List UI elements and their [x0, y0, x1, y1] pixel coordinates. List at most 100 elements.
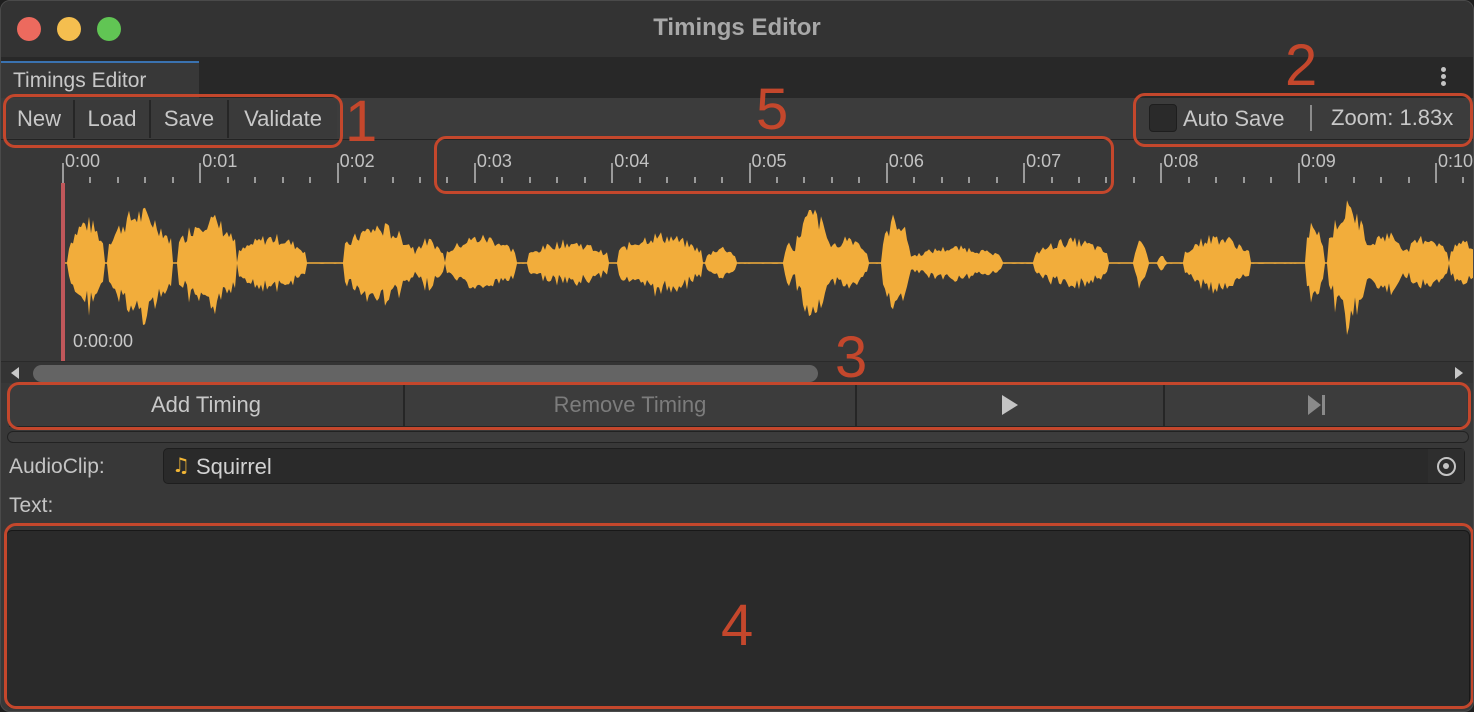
text-label: Text: [9, 494, 54, 517]
timing-progress-bar [7, 431, 1469, 443]
tab-timings-editor[interactable]: Timings Editor [1, 61, 199, 98]
ruler-minor-tick [309, 177, 312, 183]
ruler-minor-tick [638, 177, 641, 183]
ruler-tick-label: 0:05 [751, 151, 787, 171]
ruler-major-tick [748, 163, 751, 183]
time-ruler[interactable]: 0:00 0:01 0:02 0:03 0:04 0:05 0:06 0:07 0:08 0:09… [1, 141, 1473, 185]
ruler-minor-tick [1132, 177, 1135, 183]
ruler-major-tick [62, 163, 64, 183]
ruler-minor-tick [913, 177, 916, 183]
ruler-minor-tick [858, 177, 861, 183]
ruler-minor-tick [775, 177, 778, 183]
ruler-minor-tick [501, 177, 504, 183]
ruler-minor-tick [528, 177, 531, 183]
ruler-major-tick [1435, 163, 1437, 183]
add-timing-button[interactable]: Add Timing [9, 384, 405, 426]
ruler-major-tick [885, 163, 888, 183]
ruler-minor-tick [391, 177, 394, 183]
validate-button[interactable]: Validate [229, 100, 337, 138]
ruler-tick-label: 0:06 [888, 151, 924, 171]
ruler-minor-tick [1407, 177, 1410, 183]
target-picker-icon [1436, 456, 1456, 476]
more-options-icon[interactable] [1439, 67, 1447, 89]
ruler-minor-tick [1380, 177, 1383, 183]
ruler-minor-tick [721, 177, 724, 183]
ruler-minor-tick [254, 177, 257, 183]
ruler-minor-tick [1078, 177, 1081, 183]
ruler-minor-tick [1325, 177, 1328, 183]
ruler-tick-label: 0:09 [1300, 151, 1336, 171]
skip-to-end-button[interactable] [1165, 384, 1467, 426]
ruler-minor-tick [1105, 177, 1108, 183]
load-button[interactable]: Load [75, 100, 151, 138]
tab-label: Timings Editor [13, 69, 147, 92]
object-picker-button[interactable] [1428, 449, 1464, 483]
text-input[interactable] [6, 530, 1470, 708]
ruler-minor-tick [830, 177, 833, 183]
ruler-tick-label: 0:08 [1163, 151, 1199, 171]
ruler-minor-tick [556, 177, 559, 183]
ruler-tick-label: 0:01 [202, 151, 238, 171]
ruler-minor-tick [171, 177, 174, 183]
ruler-major-tick [611, 163, 614, 183]
ruler-minor-tick [1242, 177, 1245, 183]
scroll-thumb[interactable] [33, 365, 818, 382]
ruler-minor-tick [281, 177, 284, 183]
save-button[interactable]: Save [151, 100, 229, 138]
ruler-minor-tick [1187, 177, 1190, 183]
ruler-major-tick [1023, 163, 1026, 183]
ruler-tick-label: 0:04 [614, 151, 650, 171]
ruler-major-tick [1160, 163, 1163, 183]
ruler-tick-label: 0:07 [1026, 151, 1062, 171]
auto-save-checkbox[interactable] [1149, 104, 1177, 132]
ruler-minor-tick [666, 177, 669, 183]
scroll-left-arrow-icon[interactable] [11, 367, 19, 379]
ruler-tick-label: 0:03 [476, 151, 512, 171]
timing-actions-bar: Add Timing Remove Timing [9, 384, 1467, 427]
ruler-minor-tick [968, 177, 971, 183]
ruler-major-tick [473, 163, 476, 183]
ruler-minor-tick [693, 177, 696, 183]
ruler-minor-tick [995, 177, 998, 183]
horizontal-scrollbar[interactable] [1, 361, 1473, 383]
ruler-minor-tick [1462, 177, 1465, 183]
ruler-major-tick [1297, 163, 1300, 183]
ruler-tick-label: 0:10 [1438, 151, 1474, 171]
toolbar: New Load Save Validate Auto Save Zoom: 1… [1, 98, 1473, 140]
ruler-tick-label: 0:00 [65, 151, 101, 171]
ruler-minor-tick [116, 177, 119, 183]
zoom-level-label: Zoom: 1.83x [1331, 105, 1454, 130]
ruler-minor-tick [940, 177, 943, 183]
ruler-minor-tick [583, 177, 586, 183]
play-button[interactable] [857, 384, 1165, 426]
ruler-minor-tick [1352, 177, 1355, 183]
play-icon [1002, 395, 1018, 415]
ruler-tick-label: 0:02 [339, 151, 375, 171]
audioclip-field[interactable]: ♫ Squirrel [163, 448, 1465, 484]
skip-to-end-icon [1307, 395, 1325, 415]
ruler-minor-tick [1050, 177, 1053, 183]
ruler-minor-tick [418, 177, 421, 183]
audioclip-label: AudioClip: [9, 455, 105, 478]
ruler-minor-tick [446, 177, 449, 183]
playhead[interactable] [61, 183, 65, 361]
ruler-minor-tick [364, 177, 367, 183]
toolbar-separator [1310, 105, 1312, 131]
playhead-time-readout: 0:00:00 [73, 331, 134, 351]
timeline-panel[interactable]: 0:00 0:01 0:02 0:03 0:04 0:05 0:06 0:07 0:08 0:09… [1, 141, 1473, 361]
window-title: Timings Editor [653, 14, 821, 41]
title-bar: Timings Editor [1, 1, 1473, 57]
audio-waveform[interactable] [1, 191, 1474, 336]
waveform-shape [65, 200, 1473, 335]
remove-timing-button[interactable]: Remove Timing [405, 384, 857, 426]
tab-strip: Timings Editor [1, 57, 1473, 98]
music-note-icon: ♫ [172, 453, 190, 477]
ruler-minor-tick [226, 177, 229, 183]
scroll-right-arrow-icon[interactable] [1455, 367, 1463, 379]
ruler-minor-tick [1270, 177, 1273, 183]
ruler-major-tick [336, 163, 339, 183]
ruler-minor-tick [144, 177, 147, 183]
timings-editor-window: Timings Editor Timings Editor New Load S… [0, 0, 1474, 712]
new-button[interactable]: New [5, 100, 75, 138]
ruler-minor-tick [803, 177, 806, 183]
